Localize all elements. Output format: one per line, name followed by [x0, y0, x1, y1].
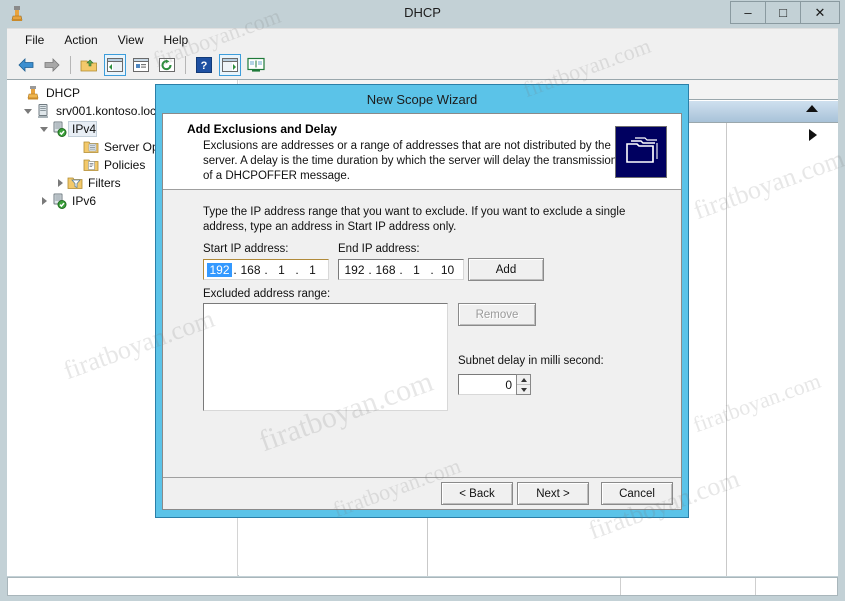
wizard-header-description: Exclusions are addresses or a range of a…: [203, 140, 618, 182]
refresh-button[interactable]: [156, 54, 178, 76]
svg-text:?: ?: [201, 60, 208, 72]
new-scope-wizard-dialog: New Scope Wizard Add Exclusions and Dela…: [156, 85, 688, 517]
start-ip-octet-1[interactable]: 192: [207, 262, 232, 277]
ipv6-icon: [51, 193, 69, 209]
start-ip-octet-3[interactable]: 1: [269, 263, 294, 277]
maximize-button[interactable]: □: [766, 2, 801, 23]
excluded-range-label: Excluded address range:: [203, 288, 331, 300]
wizard-footer: < Back Next > Cancel: [163, 478, 681, 509]
dhcp-root-icon: [25, 85, 43, 101]
twisty-collapsed[interactable]: [37, 197, 51, 205]
menu-help[interactable]: Help: [154, 31, 199, 49]
remove-button[interactable]: Remove: [458, 303, 536, 326]
tree-item-label: Filters: [88, 176, 121, 190]
start-ip-octet-2[interactable]: 168: [238, 263, 263, 277]
dialog-body: Add Exclusions and Delay Exclusions are …: [162, 113, 682, 510]
close-button[interactable]: ✕: [801, 2, 839, 23]
toolbar-separator: [70, 55, 71, 74]
excluded-range-listbox[interactable]: [203, 303, 448, 411]
dialog-titlebar: New Scope Wizard: [156, 85, 688, 113]
minimize-button[interactable]: –: [731, 2, 766, 23]
status-cell-main: [8, 578, 621, 595]
spinner-up-button[interactable]: [517, 375, 530, 385]
tree-item-label: IPv4: [67, 121, 98, 137]
server-icon: [35, 103, 53, 119]
window-titlebar: DHCP – □ ✕: [0, 0, 845, 26]
wizard-header-title: Add Exclusions and Delay: [187, 122, 338, 136]
end-ip-label: End IP address:: [338, 243, 420, 255]
end-ip-octet-4[interactable]: 10: [435, 263, 460, 277]
server-options-icon: [83, 139, 101, 155]
end-ip-octet-1[interactable]: 192: [342, 263, 367, 277]
menubar: File Action View Help: [7, 28, 838, 50]
start-ip-label: Start IP address:: [203, 243, 289, 255]
spinner-buttons: [516, 374, 531, 395]
menu-action[interactable]: Action: [54, 31, 107, 49]
end-ip-input[interactable]: 192 . 168 . 1 . 10: [338, 259, 464, 280]
end-ip-octet-2[interactable]: 168: [373, 263, 398, 277]
next-button[interactable]: Next >: [517, 482, 589, 505]
subnet-delay-label: Subnet delay in milli second:: [458, 355, 604, 367]
back-button[interactable]: [15, 54, 37, 76]
back-button[interactable]: < Back: [441, 482, 513, 505]
show-hide-action-pane-button[interactable]: [219, 53, 241, 76]
dhcp-console-window: DHCP – □ ✕ File Action View Help ? DHCP …: [0, 0, 845, 601]
scroll-up-arrow-icon[interactable]: [806, 105, 818, 112]
start-ip-octet-4[interactable]: 1: [300, 263, 325, 277]
toolbar: ?: [7, 50, 838, 79]
window-title: DHCP: [404, 5, 441, 20]
tree-item-label: IPv6: [72, 194, 97, 208]
export-list-button[interactable]: [245, 54, 267, 76]
status-cell-tertiary: [756, 578, 837, 595]
caption-button-group: – □ ✕: [730, 1, 840, 24]
wizard-header: Add Exclusions and Delay Exclusions are …: [163, 114, 681, 190]
tree-item-label: Policies: [104, 158, 146, 172]
ipv4-icon: [51, 121, 69, 137]
subnet-delay-spinner[interactable]: 0: [458, 374, 531, 395]
tree-item-label: srv001.kontoso.local: [56, 104, 166, 118]
add-button[interactable]: Add: [468, 258, 544, 281]
status-bar: [7, 577, 838, 596]
wizard-main-panel: Type the IP address range that you want …: [163, 191, 681, 477]
end-ip-octet-3[interactable]: 1: [404, 263, 429, 277]
spinner-down-button[interactable]: [517, 385, 530, 394]
instruction-text: Type the IP address range that you want …: [203, 206, 626, 233]
twisty-collapsed[interactable]: [53, 179, 67, 187]
tree-item-label: DHCP: [46, 86, 81, 100]
up-one-level-button[interactable]: [78, 54, 100, 76]
twisty-expanded[interactable]: [37, 126, 51, 132]
start-ip-input[interactable]: 192 . 168 . 1 . 1: [203, 259, 329, 280]
filters-icon: [67, 175, 85, 191]
status-cell-secondary: [621, 578, 756, 595]
forward-button[interactable]: [41, 54, 63, 76]
twisty-expanded[interactable]: [21, 108, 35, 114]
list-column-divider[interactable]: [726, 123, 727, 576]
dialog-title: New Scope Wizard: [366, 91, 478, 107]
cancel-button[interactable]: Cancel: [601, 482, 673, 505]
help-button[interactable]: ?: [193, 54, 215, 76]
menu-view[interactable]: View: [108, 31, 154, 49]
properties-button[interactable]: [130, 54, 152, 76]
subnet-delay-input[interactable]: 0: [458, 374, 516, 395]
toolbar-separator: [185, 55, 186, 74]
expand-right-arrow-icon[interactable]: [809, 129, 817, 141]
menu-file[interactable]: File: [15, 31, 54, 49]
policies-icon: [83, 157, 101, 173]
show-hide-console-tree-button[interactable]: [104, 53, 126, 76]
folder-stack-icon: [615, 126, 667, 178]
